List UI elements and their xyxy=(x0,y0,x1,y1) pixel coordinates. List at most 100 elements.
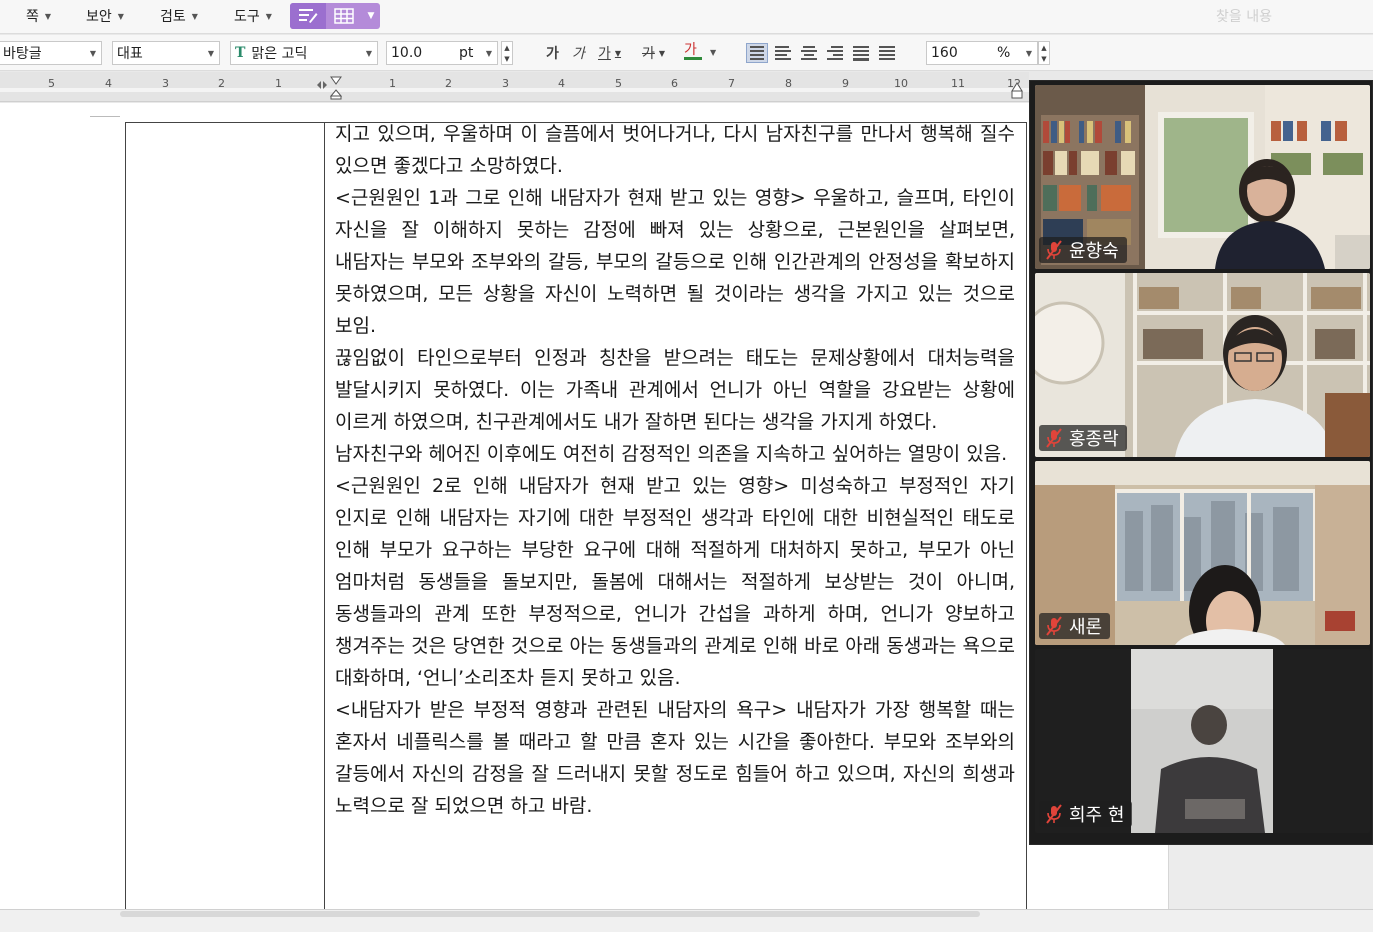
paragraph: 지고 있으며, 우울하며 이 슬픔에서 벗어나거나, 다시 남자친구를 만나서 … xyxy=(335,123,1015,177)
ruler-tick: 3 xyxy=(162,77,169,90)
font-color-label: 가 xyxy=(684,42,697,58)
indent-marker-icon[interactable] xyxy=(330,76,342,100)
view-mode-toggle[interactable]: ▼ xyxy=(290,3,380,29)
italic-button[interactable]: 가 xyxy=(572,43,585,63)
video-tile[interactable]: 희주 현 xyxy=(1035,649,1370,833)
font-select-value: 맑은 고딕 xyxy=(251,46,308,62)
chevron-down-icon: ▼ xyxy=(365,48,372,58)
center-align-button[interactable] xyxy=(798,43,820,63)
horizontal-ruler[interactable]: 5 4 3 2 1 1 2 3 4 5 6 7 8 9 10 11 12 xyxy=(0,72,1029,102)
up-icon: ▲ xyxy=(1041,43,1047,52)
participant-name-tag: 새론 xyxy=(1039,613,1111,639)
color-swatch xyxy=(684,57,702,60)
scrollbar-thumb[interactable] xyxy=(120,911,980,917)
paragraph: <근원원인 2로 인해 내담자가 현재 받고 있는 영향> 미성숙하고 부정적인… xyxy=(335,475,1016,689)
down-icon: ▼ xyxy=(1041,54,1047,63)
horizontal-scrollbar[interactable] xyxy=(0,909,1373,932)
menu-page[interactable]: 쪽 ▼ xyxy=(26,6,51,26)
chevron-down-icon[interactable]: ▼ xyxy=(710,48,716,57)
chevron-down-icon: ▼ xyxy=(658,48,666,58)
left-align-button[interactable] xyxy=(772,43,794,63)
menu-review-label: 검토 xyxy=(160,9,186,25)
document-body[interactable]: 지고 있으며, 우울하며 이 슬픔에서 벗어나거나, 다시 남자친구를 만나서 … xyxy=(335,118,1015,822)
chevron-down-icon: ▼ xyxy=(614,48,622,58)
menu-page-label: 쪽 xyxy=(26,9,39,25)
ruler-tick: 3 xyxy=(502,77,509,90)
muted-mic-icon xyxy=(1046,428,1062,448)
down-icon: ▼ xyxy=(504,54,510,63)
ruler-tick: 11 xyxy=(951,77,965,90)
participant-name-tag: 윤향숙 xyxy=(1039,237,1127,263)
font-type-icon: T xyxy=(235,45,246,61)
ruler-tick: 1 xyxy=(389,77,396,90)
paragraph: 남자친구와 헤어진 이후에도 여전히 감정적인 의존을 지속하고 싶어하는 열망… xyxy=(335,443,1008,465)
line-spacing-unit: % xyxy=(997,45,1011,61)
chevron-down-icon: ▼ xyxy=(207,48,214,58)
video-tile[interactable]: 홍종락 xyxy=(1035,273,1370,457)
ruler-tick: 6 xyxy=(671,77,678,90)
menu-security-label: 보안 xyxy=(86,9,112,25)
margin-handle-icon[interactable] xyxy=(316,80,328,90)
ruler-tick: 4 xyxy=(105,77,112,90)
video-call-panel: 윤향숙 홍종락 새론 희주 현 xyxy=(1029,80,1373,845)
language-select[interactable]: 대표 ▼ xyxy=(112,41,220,65)
font-select[interactable]: T 맑은 고딕 ▼ xyxy=(230,41,378,65)
menu-bar: 쪽 ▼ 보안 ▼ 검토 ▼ 도구 ▼ ▼ 찾을 내용 xyxy=(0,0,1373,34)
language-select-value: 대표 xyxy=(117,46,143,62)
chevron-down-icon: ▼ xyxy=(485,48,492,58)
right-align-button[interactable] xyxy=(824,43,846,63)
ruler-tick: 2 xyxy=(218,77,225,90)
underline-button[interactable]: 가 ▼ xyxy=(598,43,621,63)
font-size-stepper[interactable]: ▲ ▼ xyxy=(501,41,513,65)
up-icon: ▲ xyxy=(504,43,510,52)
font-color-button[interactable]: 가 xyxy=(684,43,702,63)
ruler-track xyxy=(0,88,1029,92)
video-tile[interactable]: 윤향숙 xyxy=(1035,85,1370,269)
muted-mic-icon xyxy=(1046,616,1062,636)
paragraph: <근원원인 1과 그로 인해 내담자가 현재 받고 있는 영향> 우울하고, 슬… xyxy=(335,187,1015,337)
page-corner-mark xyxy=(90,103,120,117)
find-field[interactable]: 찾을 내용 xyxy=(1216,6,1272,26)
font-size-unit: pt xyxy=(459,45,474,61)
edit-view-button[interactable] xyxy=(290,3,326,29)
chevron-down-icon: ▼ xyxy=(89,48,96,58)
ruler-tick: 9 xyxy=(842,77,849,90)
chevron-down-icon: ▼ xyxy=(1025,48,1032,58)
underline-label: 가 xyxy=(598,46,611,62)
italic-label: 가 xyxy=(572,46,585,62)
split-align-button[interactable] xyxy=(876,43,898,63)
participant-name-tag: 홍종락 xyxy=(1039,425,1127,451)
paragraph: <내담자가 받은 부정적 영향과 관련된 내담자의 욕구> 내담자가 가장 행복… xyxy=(335,699,1015,817)
distribute-align-button[interactable] xyxy=(850,43,872,63)
justify-align-button[interactable] xyxy=(746,43,768,63)
line-spacing-stepper[interactable]: ▲ ▼ xyxy=(1038,41,1050,65)
strikethrough-button[interactable]: 가 ▼ xyxy=(642,43,665,63)
participant-name: 홍종락 xyxy=(1069,429,1119,450)
menu-security[interactable]: 보안 ▼ xyxy=(86,6,124,26)
font-size-select[interactable]: 10.0 pt ▼ xyxy=(386,41,498,65)
paragraph: 끊임없이 타인으로부터 인정과 칭찬을 받으려는 태도는 문제상황에서 대처능력… xyxy=(335,347,1015,433)
participant-name-tag: 희주 현 xyxy=(1039,801,1133,827)
right-indent-marker-icon[interactable] xyxy=(1011,82,1023,100)
bold-label: 가 xyxy=(546,46,559,62)
chevron-down-icon: ▼ xyxy=(265,11,272,21)
format-toolbar: 바탕글 ▼ 대표 ▼ T 맑은 고딕 ▼ 10.0 pt ▼ ▲ ▼ 가 가 가 ▼ 가 ▼… xyxy=(0,35,1373,71)
style-select[interactable]: 바탕글 ▼ xyxy=(0,41,102,65)
ruler-tick: 1 xyxy=(275,77,282,90)
ruler-tick: 5 xyxy=(615,77,622,90)
chevron-down-icon: ▼ xyxy=(44,11,52,21)
edit-view-icon xyxy=(299,9,318,23)
bold-button[interactable]: 가 xyxy=(546,43,559,63)
table-view-button[interactable] xyxy=(326,3,362,29)
chevron-down-icon[interactable]: ▼ xyxy=(362,11,380,21)
font-size-value: 10.0 xyxy=(391,45,423,61)
muted-mic-icon xyxy=(1046,240,1062,260)
menu-tools[interactable]: 도구 ▼ xyxy=(234,6,272,26)
grid-icon xyxy=(334,8,354,24)
table-left-cell[interactable] xyxy=(126,123,325,909)
muted-mic-icon xyxy=(1046,804,1062,824)
menu-review[interactable]: 검토 ▼ xyxy=(160,6,198,26)
line-spacing-select[interactable]: 160 % ▼ xyxy=(926,41,1038,65)
style-select-value: 바탕글 xyxy=(3,46,42,62)
video-tile[interactable]: 새론 xyxy=(1035,461,1370,645)
